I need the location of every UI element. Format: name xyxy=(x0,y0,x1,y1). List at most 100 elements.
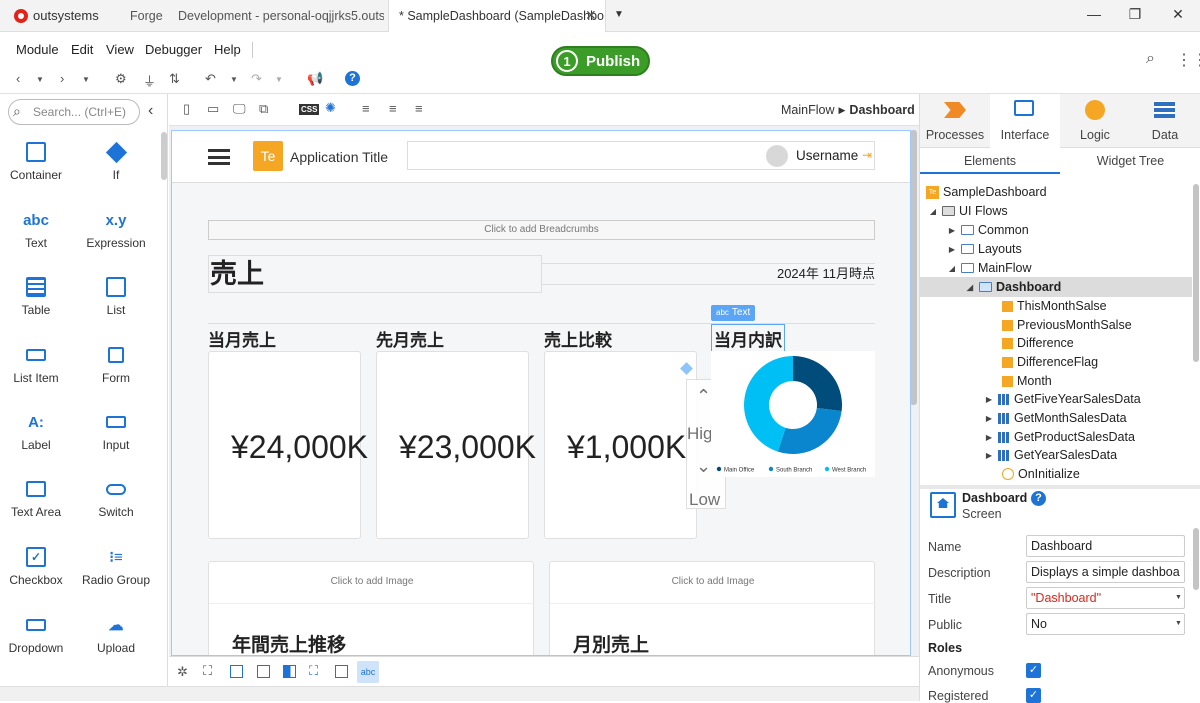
help-icon[interactable]: ? xyxy=(1031,491,1046,506)
toolbox-search-input[interactable]: Search... (Ctrl+E) xyxy=(8,99,140,125)
tree-dashboard[interactable]: ◢ Dashboard xyxy=(965,278,1061,296)
widget-list[interactable]: List xyxy=(76,273,156,317)
dependencies-icon[interactable]: ⇅ xyxy=(169,71,180,87)
card-this-month[interactable]: ¥24,000K xyxy=(208,351,368,539)
text-select-icon[interactable]: abc xyxy=(357,661,379,683)
date-label[interactable]: 2024年 11月時点 xyxy=(542,263,875,285)
widget-radio-group[interactable]: ⁝≡ Radio Group xyxy=(76,543,156,587)
widget-upload[interactable]: ☁ Upload xyxy=(76,611,156,655)
monthly-sales-card[interactable]: Click to add Image 月別売上 xyxy=(549,561,876,655)
widget-text-area[interactable]: Text Area xyxy=(0,475,76,519)
search-icon[interactable]: ⌕ xyxy=(1146,50,1155,68)
layout-icon[interactable]: ⛶ xyxy=(203,663,212,679)
prop-public-select[interactable]: No xyxy=(1026,613,1185,635)
tab-data[interactable]: Data xyxy=(1130,94,1200,148)
tree-module[interactable]: Te SampleDashboard xyxy=(926,183,1047,201)
tree-var-differenceflag[interactable]: DifferenceFlag xyxy=(1002,353,1098,371)
prop-title-input[interactable]: "Dashboard" xyxy=(1026,587,1185,609)
settings-icon[interactable]: ⚙ xyxy=(115,71,127,87)
panel-splitter[interactable] xyxy=(920,485,1200,489)
container-select-icon[interactable] xyxy=(230,665,243,678)
restore-icon[interactable]: ❐ xyxy=(1125,6,1145,26)
css-icon[interactable]: CSS xyxy=(299,104,320,115)
widget-container[interactable]: Container xyxy=(0,138,76,182)
logout-icon[interactable]: ⇥ xyxy=(862,148,872,162)
widget-input[interactable]: Input xyxy=(76,408,156,452)
placeholder-select-icon[interactable]: ⛶ xyxy=(309,663,318,679)
align-right-icon[interactable]: ≡ xyxy=(415,101,423,116)
help-icon[interactable]: ? xyxy=(345,71,360,86)
widget-dropdown[interactable]: Dropdown xyxy=(0,611,76,655)
app-logo[interactable]: Te xyxy=(253,141,283,171)
tree-var-previousmonthsalse[interactable]: PreviousMonthSalse xyxy=(1002,316,1132,334)
close-window-icon[interactable]: ✕ xyxy=(1168,6,1188,26)
app-title[interactable]: Application Title xyxy=(290,149,388,165)
tree-aggregate-fiveyear[interactable]: ▶ GetFiveYearSalesData xyxy=(984,390,1141,408)
column-select-icon[interactable] xyxy=(283,665,296,678)
collapse-panel-icon[interactable]: ‹ xyxy=(148,102,153,120)
phone-view-icon[interactable]: ▯ xyxy=(183,101,190,117)
toolbox-scrollbar[interactable] xyxy=(161,132,167,180)
announcement-icon[interactable]: 📢 xyxy=(307,71,323,87)
image-placeholder[interactable]: Click to add Image xyxy=(550,562,876,604)
donut-title[interactable]: 当月内訳 xyxy=(711,324,785,353)
tree-mainflow[interactable]: ◢ MainFlow xyxy=(947,259,1032,277)
redo-icon[interactable]: ↷ xyxy=(251,71,262,87)
properties-scrollbar[interactable] xyxy=(1193,528,1199,590)
widget-text[interactable]: abc Text xyxy=(0,206,76,251)
widget-checkbox[interactable]: ✓ Checkbox xyxy=(0,543,76,587)
avatar[interactable] xyxy=(766,145,788,167)
tree-aggregate-product[interactable]: ▶ GetProductSalesData xyxy=(984,428,1135,446)
forward-menu-chevron-icon[interactable]: ▼ xyxy=(82,75,90,84)
card-comparison[interactable]: ¥1,000K xyxy=(544,351,697,539)
screen-icon[interactable]: ✲ xyxy=(177,664,188,680)
subtab-widget-tree[interactable]: Widget Tree xyxy=(1060,148,1200,174)
dropdown-chevron-icon[interactable]: ▼ xyxy=(1175,594,1182,601)
grid-menu-icon[interactable]: ⋮⋮ xyxy=(1176,50,1200,70)
tablet-view-icon[interactable]: ▭ xyxy=(207,101,219,117)
image-placeholder[interactable]: Click to add Image xyxy=(209,562,535,604)
align-center-icon[interactable]: ≡ xyxy=(389,101,397,116)
desktop-view-icon[interactable]: 🖵 xyxy=(233,101,246,117)
back-icon[interactable]: ‹ xyxy=(16,71,20,86)
outsystems-logo[interactable]: outsystems xyxy=(14,8,99,23)
multi-view-icon[interactable]: ⧉ xyxy=(259,101,268,117)
card-title-last-month[interactable]: 先月売上 xyxy=(376,326,444,351)
dropdown-chevron-icon[interactable]: ▼ xyxy=(1175,620,1182,627)
tree-aggregate-month[interactable]: ▶ GetMonthSalesData xyxy=(984,409,1127,427)
widget-expression[interactable]: x.y Expression xyxy=(76,206,156,251)
card-title-comparison[interactable]: 売上比較 xyxy=(544,326,612,351)
widget-if[interactable]: If xyxy=(76,138,156,182)
tab-close-icon[interactable]: ✕ xyxy=(585,7,597,24)
undo-icon[interactable]: ↶ xyxy=(205,71,216,87)
breadcrumb-flow[interactable]: MainFlow xyxy=(781,103,835,117)
tab-interface[interactable]: Interface xyxy=(990,94,1060,150)
hamburger-menu-icon[interactable] xyxy=(208,149,230,165)
tree-scrollbar[interactable] xyxy=(1193,184,1199,362)
annual-sales-card[interactable]: Click to add Image 年間売上推移 xyxy=(208,561,535,655)
tree-aggregate-year[interactable]: ▶ GetYearSalesData xyxy=(984,446,1117,464)
widget-label-tool[interactable]: A: Label xyxy=(0,408,76,453)
tree-ui-flows[interactable]: ◢ UI Flows xyxy=(928,202,1008,220)
tree-layouts[interactable]: ▶ Layouts xyxy=(947,240,1022,258)
menu-view[interactable]: View xyxy=(106,42,134,57)
widget-table[interactable]: Table xyxy=(0,273,76,317)
theme-icon[interactable]: ✺ xyxy=(325,100,336,116)
tree-var-thismonthsalse[interactable]: ThisMonthSalse xyxy=(1002,297,1107,315)
container-select-icon[interactable] xyxy=(257,665,270,678)
widget-switch[interactable]: Switch xyxy=(76,475,156,519)
menu-help[interactable]: Help xyxy=(214,42,241,57)
prop-description-input[interactable]: Displays a simple dashboa ... xyxy=(1026,561,1185,583)
menu-module[interactable]: Module xyxy=(16,42,59,57)
canvas-scrollbar[interactable] xyxy=(910,130,917,405)
widget-form[interactable]: Form xyxy=(76,341,156,385)
align-left-icon[interactable]: ≡ xyxy=(362,101,370,116)
undo-menu-chevron-icon[interactable]: ▼ xyxy=(230,75,238,84)
subtab-elements[interactable]: Elements xyxy=(920,148,1060,174)
tab-list-chevron-icon[interactable]: ▼ xyxy=(614,9,624,20)
redo-menu-chevron-icon[interactable]: ▼ xyxy=(275,75,283,84)
tree-common[interactable]: ▶ Common xyxy=(947,221,1029,239)
tab-sampledashboard[interactable]: * SampleDashboard (SampleDashbo xyxy=(388,0,606,32)
tree-var-difference[interactable]: Difference xyxy=(1002,334,1074,352)
tree-var-month[interactable]: Month xyxy=(1002,372,1052,390)
